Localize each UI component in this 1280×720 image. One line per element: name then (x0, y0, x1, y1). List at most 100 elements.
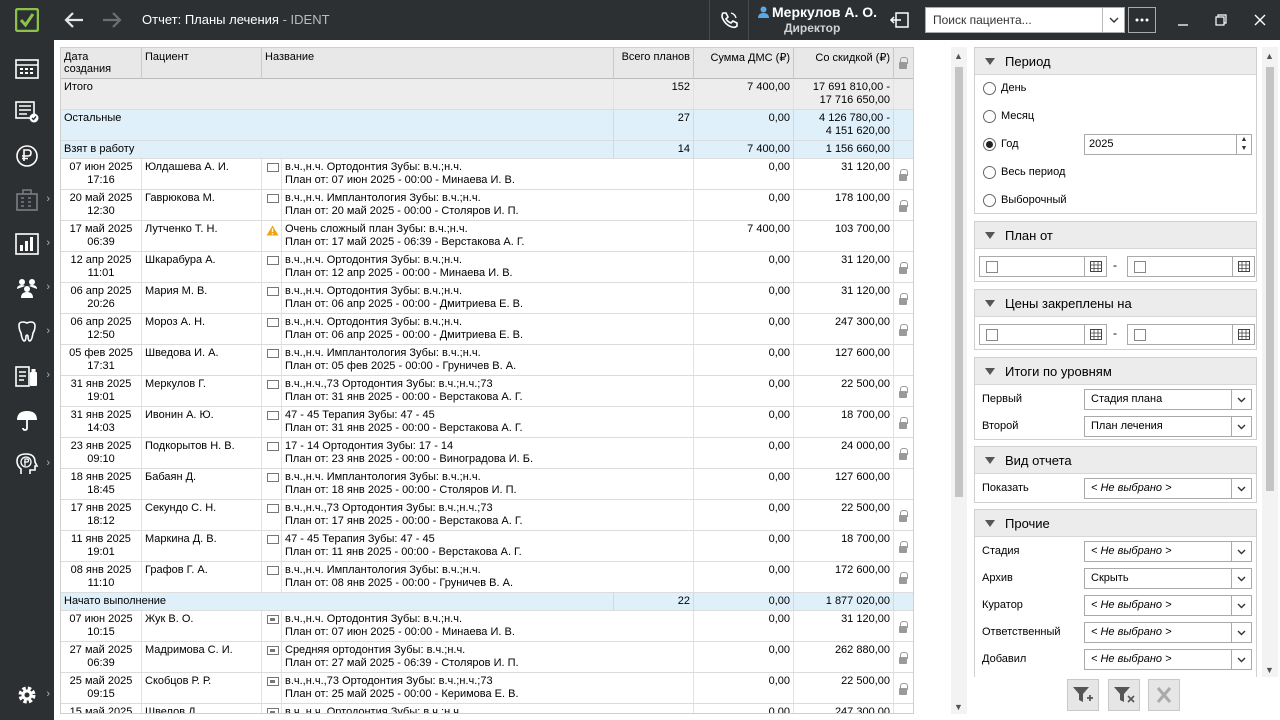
table-row[interactable]: 25 май 2025 09:15 Скобцов Р. Р. в.ч.,н.ч.,7… (61, 673, 913, 704)
column-header-patient[interactable]: Пациент (142, 48, 262, 79)
chevron-down-icon[interactable] (1231, 417, 1251, 436)
other-filter-select[interactable]: < Не выбрано > (1084, 595, 1252, 616)
sidebar-item-documents[interactable] (0, 90, 54, 134)
column-header-date[interactable]: Дата создания (61, 48, 142, 79)
column-header-dms[interactable]: Сумма ДМС (₽) (694, 48, 794, 79)
sidebar-item-reports[interactable]: › (0, 222, 54, 266)
close-report-button[interactable] (1148, 679, 1180, 711)
chevron-down-icon[interactable] (1231, 623, 1251, 642)
radio-year[interactable] (983, 138, 996, 151)
close-button[interactable] (1249, 9, 1271, 31)
table-row[interactable]: 17 май 2025 06:39 Лутченко Т. Н. Очень слож… (61, 221, 913, 252)
sidebar-item-schedule[interactable] (0, 46, 54, 90)
sidebar-item-finance[interactable] (0, 134, 54, 178)
sidebar-item-staff[interactable]: › (0, 266, 54, 310)
first-level-select[interactable]: Стадия плана (1084, 389, 1252, 410)
table-row[interactable]: 07 июн 2025 10:15 Жук В. О. в.ч.,н.ч. Ортод… (61, 611, 913, 642)
plan-from-start-date[interactable] (979, 256, 1107, 277)
table-row[interactable]: 07 июн 2025 17:16 Юлдашева А. И. в.ч.,н.ч. … (61, 159, 913, 190)
table-scrollbar[interactable]: ▲ ▼ (951, 47, 967, 714)
app-logo[interactable] (0, 0, 54, 40)
table-row[interactable]: 06 апр 2025 12:50 Мороз А. Н. в.ч.,н.ч. Орт… (61, 314, 913, 345)
calendar-icon[interactable] (1084, 325, 1106, 344)
radio-custom[interactable] (983, 194, 996, 207)
scrollbar-thumb[interactable] (955, 67, 963, 497)
scroll-down-arrow-icon[interactable]: ▼ (954, 702, 963, 712)
radio-month[interactable] (983, 110, 996, 123)
user-info[interactable]: Меркулов А. О. Директор (758, 4, 877, 35)
other-filter-select[interactable]: < Не выбрано > (1084, 541, 1252, 562)
calendar-icon[interactable] (1232, 325, 1254, 344)
table-row[interactable]: 12 апр 2025 11:01 Шкарабура А. в.ч.,н.ч. Ор… (61, 252, 913, 283)
year-spinner[interactable]: 2025 ▲ ▼ (1084, 134, 1252, 155)
phone-button[interactable] (717, 8, 741, 32)
scroll-up-arrow-icon[interactable]: ▲ (1265, 51, 1274, 61)
sidebar-item-dental[interactable]: › (0, 310, 54, 354)
more-button[interactable] (1128, 7, 1156, 33)
group-row[interactable]: Остальные 27 0,00 4 126 780,00 -4 151 620,0… (61, 110, 913, 141)
date-checkbox[interactable] (1134, 261, 1146, 273)
plan-from-end-date[interactable] (1127, 256, 1255, 277)
period-header[interactable]: Период (975, 48, 1256, 75)
table-row[interactable]: 20 май 2025 12:30 Гаврюкова М. в.ч.,н.ч. Им… (61, 190, 913, 221)
chevron-down-icon[interactable] (1231, 650, 1251, 669)
chevron-down-icon[interactable] (1231, 596, 1251, 615)
search-dropdown-button[interactable] (1102, 8, 1124, 32)
table-row[interactable]: 17 янв 2025 18:12 Секундо С. Н. в.ч.,н.ч.,7… (61, 500, 913, 531)
radio-day[interactable] (983, 82, 996, 95)
patient-search-input[interactable]: Поиск пациента... (925, 7, 1125, 33)
scroll-up-arrow-icon[interactable]: ▲ (954, 51, 963, 61)
second-level-select[interactable]: План лечения (1084, 416, 1252, 437)
report-type-header[interactable]: Вид отчета (975, 447, 1256, 474)
minimize-button[interactable] (1172, 9, 1194, 31)
apply-filter-button[interactable] (1067, 679, 1099, 711)
table-row[interactable]: 23 янв 2025 09:10 Подкорытов Н. В. 17 - 14 … (61, 438, 913, 469)
other-header[interactable]: Прочие (975, 510, 1256, 537)
column-header-count[interactable]: Всего планов (614, 48, 694, 79)
table-row[interactable]: 08 янв 2025 11:10 Графов Г. А. в.ч.,н.ч. Им… (61, 562, 913, 593)
other-filter-select[interactable]: < Не выбрано > (1084, 622, 1252, 643)
forward-button[interactable] (100, 8, 124, 32)
prices-fixed-start-date[interactable] (979, 324, 1107, 345)
sidebar-item-warehouse[interactable]: › (0, 354, 54, 398)
table-row[interactable]: 15 май 2025 Швелов Д. в.ч.,н.ч. Ортодонтия… (61, 704, 913, 713)
total-row[interactable]: Итого 152 7 400,00 17 691 810,00 -17 716 65… (61, 79, 913, 110)
scrollbar-thumb[interactable] (1266, 67, 1274, 491)
chevron-down-icon[interactable] (1231, 542, 1251, 561)
logout-button[interactable] (888, 8, 912, 32)
chevron-down-icon[interactable] (1231, 479, 1251, 498)
date-checkbox[interactable] (986, 261, 998, 273)
column-header-discount[interactable]: Со скидкой (₽) (794, 48, 894, 79)
spinner-arrows-icon[interactable]: ▲ ▼ (1236, 135, 1251, 154)
table-row[interactable]: 05 фев 2025 17:31 Шведова И. А. в.ч.,н.ч. И… (61, 345, 913, 376)
other-filter-select[interactable]: < Не выбрано > (1084, 649, 1252, 670)
table-row[interactable]: 27 май 2025 06:39 Мадримова С. И. Средняя о… (61, 642, 913, 673)
show-select[interactable]: < Не выбрано > (1084, 478, 1252, 499)
date-checkbox[interactable] (986, 329, 998, 341)
table-row[interactable]: 11 янв 2025 19:01 Маркина Д. В. 47 - 45 Тер… (61, 531, 913, 562)
column-header-name[interactable]: Название (262, 48, 614, 79)
table-row[interactable]: 06 апр 2025 20:26 Мария М. В. в.ч.,н.ч. Орт… (61, 283, 913, 314)
clear-filter-button[interactable] (1108, 679, 1140, 711)
table-row[interactable]: 31 янв 2025 19:01 Меркулов Г. в.ч.,н.ч.,73 … (61, 376, 913, 407)
chevron-down-icon[interactable] (1231, 390, 1251, 409)
panel-scrollbar[interactable]: ▲ ▼ (1262, 47, 1278, 677)
scroll-down-arrow-icon[interactable]: ▼ (1265, 665, 1274, 675)
sidebar-item-settings[interactable]: › (0, 673, 54, 717)
chevron-down-icon[interactable] (1231, 569, 1251, 588)
calendar-icon[interactable] (1084, 257, 1106, 276)
sidebar-item-clinic[interactable]: › (0, 178, 54, 222)
back-button[interactable] (62, 8, 86, 32)
radio-all-period[interactable] (983, 166, 996, 179)
prices-fixed-header[interactable]: Цены закреплены на (975, 290, 1256, 317)
table-row[interactable]: 18 янв 2025 18:45 Бабаян Д. в.ч.,н.ч. Импла… (61, 469, 913, 500)
sidebar-item-payments[interactable]: › (0, 442, 54, 486)
prices-fixed-end-date[interactable] (1127, 324, 1255, 345)
sidebar-item-insurance[interactable] (0, 398, 54, 442)
group-row[interactable]: Взят в работу 14 7 400,00 1 156 660,00 (61, 141, 913, 159)
plan-from-header[interactable]: План от (975, 222, 1256, 249)
other-filter-select[interactable]: Скрыть (1084, 568, 1252, 589)
maximize-button[interactable] (1210, 9, 1232, 31)
calendar-icon[interactable] (1232, 257, 1254, 276)
group-row[interactable]: Начато выполнение 22 0,00 1 877 020,00 (61, 593, 913, 611)
